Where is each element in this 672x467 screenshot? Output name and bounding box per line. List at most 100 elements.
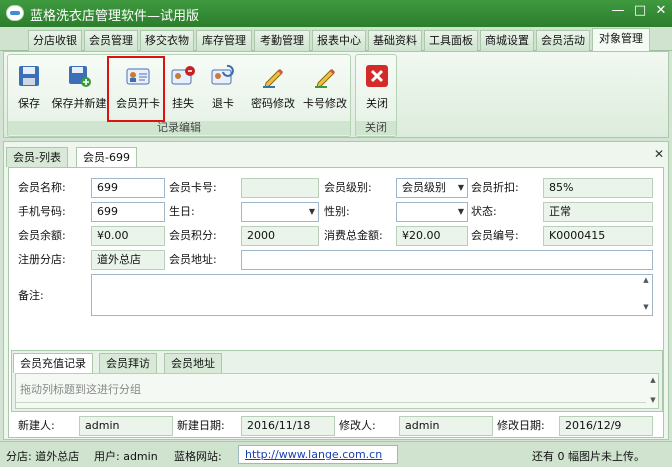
member-no-field[interactable]: K0000415	[543, 226, 653, 246]
member-sub-tabs: 会员充值记录 会员拜访 会员地址 拖动列标题到这进行分组 ▲ ▼	[11, 350, 663, 412]
card-refund-icon	[210, 63, 236, 89]
grid-row-line	[16, 402, 646, 403]
website-link[interactable]: http://www.lange.com.cn	[238, 445, 398, 464]
phone-field[interactable]: 699	[91, 202, 165, 222]
group-by-hint: 拖动列标题到这进行分组	[20, 383, 141, 396]
tab-object-management[interactable]: 对象管理	[592, 28, 650, 51]
tab-recharge-records[interactable]: 会员充值记录	[13, 353, 93, 373]
close-group: 关闭 关闭	[355, 54, 397, 137]
close-group-label: 关闭	[356, 121, 396, 135]
ribbon-toolbar: 保存 保存并新建 会员开卡 挂失 退卡 密码修改 卡号修改 记录编辑 关闭 关闭	[3, 51, 669, 138]
modifier-field[interactable]: admin	[399, 416, 493, 436]
branch-label: 注册分店:	[18, 253, 66, 266]
status-upload: 还有 0 幅图片未上传。	[532, 450, 645, 463]
member-name-label: 会员名称:	[18, 181, 66, 194]
close-button[interactable]: 关闭	[360, 61, 394, 121]
card-no-label: 会员卡号:	[169, 181, 217, 194]
tab-reports[interactable]: 报表中心	[312, 30, 366, 51]
balance-field[interactable]: ¥0.00	[91, 226, 165, 246]
chevron-down-icon: ▼	[457, 207, 464, 216]
points-label: 会员积分:	[169, 229, 217, 242]
scroll-up-icon[interactable]: ▲	[641, 276, 651, 284]
remark-label: 备注:	[18, 289, 44, 302]
document-area: 会员-列表 会员-699 ✕ 会员名称: 699 会员卡号: 会员级别: 会员级…	[3, 141, 669, 440]
status-bar: 分店: 道外总店 用户: admin 蓝格网站: http://www.lang…	[0, 441, 672, 467]
status-field[interactable]: 正常	[543, 202, 653, 222]
tab-transfer-clothes[interactable]: 移交衣物	[140, 30, 194, 51]
record-edit-group: 保存 保存并新建 会员开卡 挂失 退卡 密码修改 卡号修改 记录编辑	[7, 54, 351, 137]
address-label: 会员地址:	[169, 253, 217, 266]
change-card-number-button[interactable]: 卡号修改	[300, 61, 350, 121]
tab-member-visits[interactable]: 会员拜访	[99, 353, 157, 373]
report-loss-button[interactable]: 挂失	[168, 61, 198, 121]
close-document-icon[interactable]: ✕	[654, 147, 664, 161]
discount-field[interactable]: 85%	[543, 178, 653, 198]
pencil-icon	[260, 63, 286, 89]
birthday-label: 生日:	[169, 205, 195, 218]
scroll-down-icon[interactable]: ▼	[641, 303, 651, 311]
balance-label: 会员余额:	[18, 229, 66, 242]
change-password-button[interactable]: 密码修改	[248, 61, 298, 121]
phone-label: 手机号码:	[18, 205, 66, 218]
tab-member-management[interactable]: 会员管理	[84, 30, 138, 51]
tab-member-activity[interactable]: 会员活动	[536, 30, 590, 51]
discount-label: 会员折扣:	[471, 181, 519, 194]
created-date-label: 新建日期:	[177, 419, 225, 432]
total-spent-field[interactable]: ¥20.00	[396, 226, 468, 246]
tab-branch-cashier[interactable]: 分店收银	[28, 30, 82, 51]
status-user: 用户: admin	[94, 450, 158, 463]
status-branch: 分店: 道外总店	[6, 450, 80, 463]
tab-member-address[interactable]: 会员地址	[164, 353, 222, 373]
tab-attendance[interactable]: 考勤管理	[254, 30, 310, 51]
creator-field[interactable]: admin	[79, 416, 173, 436]
tab-inventory[interactable]: 库存管理	[196, 30, 252, 51]
status-label: 状态:	[471, 205, 497, 218]
total-spent-label: 消费总金额:	[324, 229, 383, 242]
record-edit-group-label: 记录编辑	[8, 121, 350, 135]
scroll-up-icon[interactable]: ▲	[648, 376, 658, 384]
modifier-label: 修改人:	[339, 419, 376, 432]
gender-select[interactable]: ▼	[396, 202, 468, 222]
gender-label: 性别:	[324, 205, 350, 218]
tab-basic-data[interactable]: 基础资料	[368, 30, 422, 51]
refund-card-button[interactable]: 退卡	[208, 61, 238, 121]
card-loss-icon	[170, 63, 196, 89]
maximize-button[interactable]: □	[630, 2, 650, 20]
member-name-field[interactable]: 699	[91, 178, 165, 198]
card-no-field[interactable]	[241, 178, 319, 198]
tab-member-699[interactable]: 会员-699	[76, 147, 137, 167]
remark-textarea[interactable]	[91, 274, 653, 316]
branch-field[interactable]: 道外总店	[91, 250, 165, 270]
level-label: 会员级别:	[324, 181, 372, 194]
window-title: 蓝格洗衣店管理软件—试用版	[30, 9, 200, 24]
tab-tools[interactable]: 工具面板	[424, 30, 478, 51]
status-site-label: 蓝格网站:	[174, 450, 222, 463]
level-select[interactable]: 会员级别 ▼	[396, 178, 468, 198]
modified-date-label: 修改日期:	[497, 419, 545, 432]
chevron-down-icon: ▼	[308, 207, 315, 216]
save-and-new-button[interactable]: 保存并新建	[48, 61, 110, 121]
creator-label: 新建人:	[18, 419, 55, 432]
tab-mall-settings[interactable]: 商城设置	[480, 30, 534, 51]
chevron-down-icon: ▼	[457, 183, 464, 192]
save-button[interactable]: 保存	[12, 61, 46, 121]
main-menu-tabs: 分店收银 会员管理 移交衣物 库存管理 考勤管理 报表中心 基础资料 工具面板 …	[0, 27, 672, 51]
birthday-picker[interactable]: ▼	[241, 202, 319, 222]
recharge-grid: 拖动列标题到这进行分组 ▲ ▼	[15, 373, 659, 409]
pencil-icon	[312, 63, 338, 89]
highlight-box	[107, 56, 165, 122]
points-field[interactable]: 2000	[241, 226, 319, 246]
minimize-button[interactable]: —	[608, 2, 628, 20]
member-form-panel: 会员名称: 699 会员卡号: 会员级别: 会员级别 ▼ 会员折扣: 85% 手机…	[8, 167, 664, 438]
tab-member-list[interactable]: 会员-列表	[6, 147, 68, 167]
address-field[interactable]	[241, 250, 653, 270]
title-bar: 蓝格洗衣店管理软件—试用版 — □ ✕	[0, 0, 672, 27]
scroll-down-icon[interactable]: ▼	[648, 396, 658, 404]
close-icon	[364, 63, 390, 89]
created-date-field[interactable]: 2016/11/18	[241, 416, 335, 436]
close-window-button[interactable]: ✕	[651, 2, 671, 20]
member-no-label: 会员编号:	[471, 229, 519, 242]
modified-date-field[interactable]: 2016/12/9	[559, 416, 653, 436]
floppy-disk-icon	[16, 63, 42, 89]
app-logo-icon	[6, 5, 24, 21]
